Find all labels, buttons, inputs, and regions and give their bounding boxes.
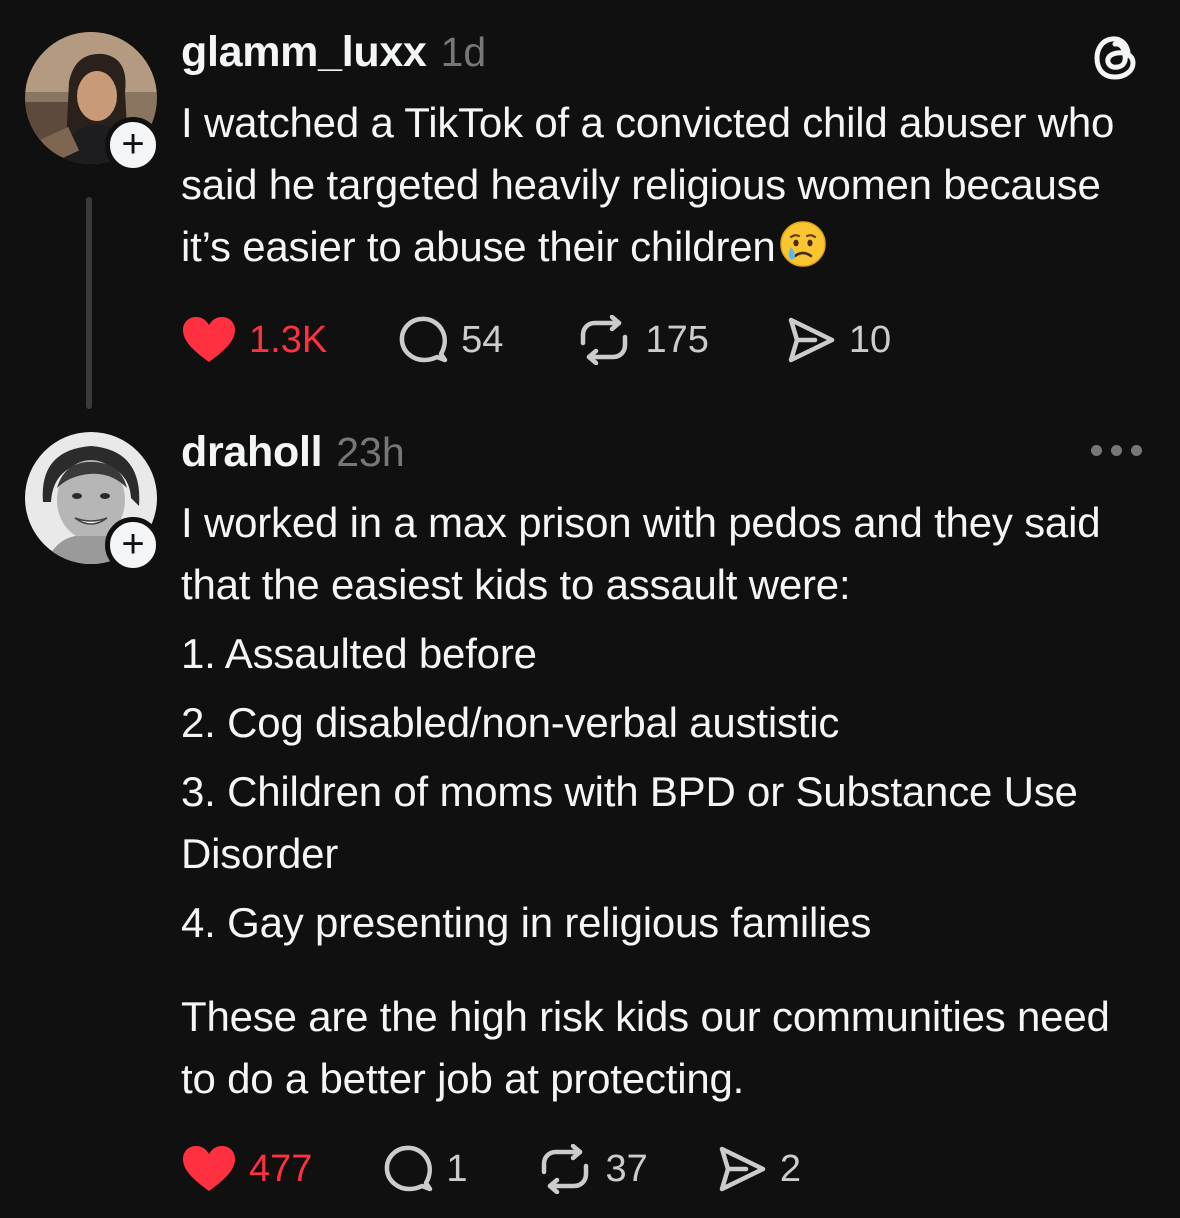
heart-icon [183, 1146, 235, 1191]
post-body: I worked in a max prison with pedos and … [181, 492, 1141, 1110]
post-glamm-luxx: + glamm_luxx 1d I watched a TikTok of a … [0, 0, 1180, 420]
heart-icon [183, 317, 235, 362]
reply-count: 1 [446, 1147, 468, 1190]
username[interactable]: glamm_luxx [181, 28, 427, 77]
post-draholl: + draholl 23h I worked in a max prison w… [0, 420, 1180, 1218]
reply-icon [399, 316, 448, 363]
list-item: 3. Children of moms with BPD or Substanc… [181, 768, 1078, 877]
like-button[interactable]: 1.3K [181, 316, 327, 364]
list-item: 4. Gay presenting in religious families [181, 899, 872, 946]
repost-button[interactable]: 175 [575, 315, 709, 365]
thread-connector-line [86, 197, 92, 409]
post-header: draholl 23h [181, 428, 405, 477]
share-button[interactable]: 10 [785, 315, 891, 365]
repost-icon [581, 315, 628, 365]
reply-button[interactable]: 1 [382, 1143, 468, 1195]
post-intro: I worked in a max prison with pedos and … [181, 499, 1101, 608]
share-icon [788, 317, 835, 363]
list-item: 1. Assaulted before [181, 630, 537, 677]
post-actions: 1.3K 54 175 10 [181, 310, 891, 370]
follow-button[interactable]: + [105, 117, 161, 173]
like-button[interactable]: 477 [181, 1145, 312, 1193]
share-icon [719, 1146, 766, 1192]
plus-icon: + [121, 121, 145, 166]
like-count: 1.3K [249, 318, 328, 361]
like-count: 477 [249, 1147, 313, 1190]
timestamp: 1d [440, 29, 487, 75]
repost-button[interactable]: 37 [536, 1144, 648, 1194]
repost-icon [541, 1144, 588, 1194]
timestamp: 23h [336, 429, 405, 475]
reply-count: 54 [461, 318, 504, 361]
threads-logo-icon[interactable] [1088, 30, 1144, 86]
post-header: glamm_luxx 1d [181, 28, 486, 77]
share-count: 10 [848, 318, 892, 361]
repost-count: 37 [605, 1147, 648, 1190]
post-text: I watched a TikTok of a convicted child … [181, 99, 1115, 270]
crying-face-emoji [779, 221, 826, 267]
reply-icon [385, 1145, 433, 1192]
share-count: 2 [779, 1147, 801, 1190]
post-actions: 477 1 37 2 [181, 1139, 801, 1199]
follow-button[interactable]: + [105, 517, 161, 573]
post-body: I watched a TikTok of a convicted child … [181, 92, 1141, 278]
more-icon[interactable] [1091, 445, 1142, 456]
username[interactable]: draholl [181, 428, 323, 477]
reply-button[interactable]: 54 [397, 314, 503, 366]
repost-count: 175 [645, 318, 709, 361]
list-item: 2. Cog disabled/non-verbal austistic [181, 699, 840, 746]
plus-icon: + [121, 521, 145, 566]
post-closing: These are the high risk kids our communi… [181, 993, 1110, 1102]
share-button[interactable]: 2 [716, 1144, 801, 1194]
